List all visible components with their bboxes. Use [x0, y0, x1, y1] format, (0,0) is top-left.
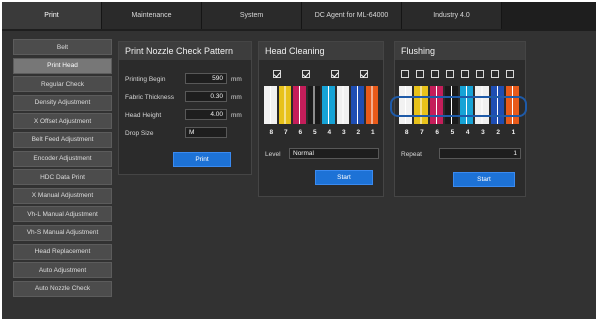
sidebar-item-x-offset-adjustment[interactable]: X Offset Adjustment: [13, 113, 112, 130]
flushing-checkbox[interactable]: [401, 70, 409, 78]
head-cleaning-title: Head Cleaning: [259, 42, 383, 60]
flushing-checkbox[interactable]: [491, 70, 499, 78]
ink-strip: [293, 86, 306, 124]
repeat-label: Repeat: [401, 151, 422, 158]
sidebar-item-regular-check[interactable]: Regular Check: [13, 76, 112, 93]
sidebar-item-belt-feed-adjustment[interactable]: Belt Feed Adjustment: [13, 131, 112, 148]
ink-strip: [278, 86, 291, 124]
head-number: 5: [312, 129, 317, 136]
flushing-panel: Flushing 8 7 6 5 4 3 2 1 Repeat 1 Start: [394, 41, 526, 197]
fabric-thickness-unit: mm: [231, 94, 242, 101]
tab-dc-agent-for-ml-64000[interactable]: DC Agent for ML-64000: [302, 2, 402, 29]
head-cleaning-checkbox[interactable]: [273, 70, 281, 78]
top-tab-bar: Print Maintenance System DC Agent for ML-64…: [2, 2, 596, 31]
sidebar-item-density-adjustment[interactable]: Density Adjustment: [13, 94, 112, 111]
repeat-field[interactable]: 1: [439, 148, 521, 159]
ink-strip: [351, 86, 364, 124]
head-number: 2: [496, 129, 500, 136]
ink-strip: [264, 86, 277, 124]
head-cleaning-checkbox[interactable]: [331, 70, 339, 78]
head-number: 3: [481, 129, 485, 136]
head-cleaning-checkbox[interactable]: [360, 70, 368, 78]
sidebar-item-auto-nozzle-check[interactable]: Auto Nozzle Check: [13, 280, 112, 297]
level-label: Level: [265, 151, 281, 158]
sidebar-item-x-manual-adjustment[interactable]: X Manual Adjustment: [13, 187, 112, 204]
flushing-title: Flushing: [395, 42, 525, 60]
printing-begin-unit: mm: [231, 76, 242, 83]
nozzle-check-title: Print Nozzle Check Pattern: [119, 42, 251, 60]
head-cleaning-checkbox[interactable]: [302, 70, 310, 78]
head-number: 6: [298, 129, 303, 136]
sidebar-item-auto-adjustment[interactable]: Auto Adjustment: [13, 262, 112, 279]
tab-print[interactable]: Print: [2, 2, 102, 29]
ink-strip: [322, 86, 335, 124]
flushing-checkbox[interactable]: [461, 70, 469, 78]
flushing-checkbox[interactable]: [476, 70, 484, 78]
flushing-checkbox-highlight: [390, 96, 527, 117]
head-number: 8: [404, 129, 409, 136]
flushing-checkbox[interactable]: [446, 70, 454, 78]
sidebar-item-belt[interactable]: Belt: [13, 39, 112, 55]
head-height-field[interactable]: 4.00: [185, 109, 227, 120]
sidebar-item-print-head[interactable]: Print Head: [13, 57, 112, 74]
head-cleaning-panel: Head Cleaning 8 7 6 5 4 3 2 1 Level Normal Star…: [258, 41, 384, 197]
printing-begin-field[interactable]: 590: [185, 73, 227, 84]
head-cleaning-start-button[interactable]: Start: [315, 170, 373, 185]
head-height-label: Head Height: [125, 112, 162, 119]
head-height-unit: mm: [231, 112, 242, 119]
head-number: 4: [465, 129, 470, 136]
flushing-checkbox[interactable]: [431, 70, 439, 78]
sidebar-item-vh-l-manual-adjustment[interactable]: Vh-L Manual Adjustment: [13, 206, 112, 223]
main-frame: Belt Print Head Regular Check Density Adjus…: [2, 31, 596, 319]
head-number: 7: [420, 129, 424, 136]
head-number: 1: [511, 129, 516, 136]
printing-begin-label: Printing Begin: [125, 76, 166, 83]
ink-strip: [365, 86, 378, 124]
head-number: 5: [450, 129, 455, 136]
head-number: 8: [269, 129, 274, 136]
flushing-checkbox[interactable]: [416, 70, 424, 78]
sidebar: Belt Print Head Regular Check Density Adjus…: [13, 39, 112, 299]
tab-maintenance[interactable]: Maintenance: [102, 2, 202, 29]
flushing-checkbox[interactable]: [506, 70, 514, 78]
head-number: 4: [327, 129, 332, 136]
sidebar-item-vh-s-manual-adjustment[interactable]: Vh-S Manual Adjustment: [13, 224, 112, 241]
flushing-start-button[interactable]: Start: [453, 172, 515, 187]
level-select[interactable]: Normal: [289, 148, 379, 159]
sidebar-item-encoder-adjustment[interactable]: Encoder Adjustment: [13, 150, 112, 167]
sidebar-item-head-replacement[interactable]: Head Replacement: [13, 243, 112, 260]
head-number: 2: [356, 129, 361, 136]
drop-size-select[interactable]: M: [185, 127, 227, 138]
head-number: 7: [283, 129, 288, 136]
nozzle-check-panel: Print Nozzle Check Pattern Printing Begi…: [118, 41, 252, 175]
ink-strip: [336, 86, 349, 124]
drop-size-label: Drop Size: [125, 130, 154, 137]
head-number: 6: [435, 129, 439, 136]
fabric-thickness-label: Fabric Thickness: [125, 94, 175, 101]
tab-system[interactable]: System: [202, 2, 302, 29]
print-button[interactable]: Print: [173, 152, 231, 167]
head-number: 1: [370, 129, 375, 136]
tab-industry-4-0[interactable]: Industry 4.0: [402, 2, 502, 29]
ink-strip: [307, 86, 320, 124]
head-number: 3: [341, 129, 346, 136]
sidebar-item-hdc-data-print[interactable]: HDC Data Print: [13, 169, 112, 186]
fabric-thickness-field[interactable]: 0.30: [185, 91, 227, 102]
